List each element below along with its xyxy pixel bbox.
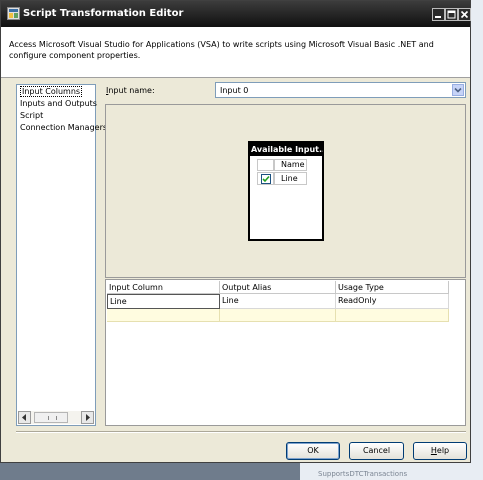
checkmark-icon [262,175,270,183]
new-row-cell-output-alias[interactable] [220,309,336,322]
nav-item-connection-managers[interactable]: Connection Managers [20,122,107,133]
nav-item-input-columns[interactable]: Input Columns [20,86,83,97]
available-column-name: Line [274,172,307,185]
help-button[interactable]: Help [413,442,467,460]
check-column-header [257,159,274,171]
dropdown-button[interactable] [452,84,464,96]
grid-header-output-alias[interactable]: Output Alias [220,281,336,294]
ok-button[interactable]: OK [286,442,340,460]
check-cell [257,172,274,185]
grid-header-usage-type[interactable]: Usage Type [336,281,449,294]
help-label-rest: elp [436,446,450,455]
input-name-dropdown[interactable]: Input 0 [215,82,466,98]
available-input-columns-box: Available Input... Name Line [248,141,324,241]
close-icon[interactable] [458,8,471,21]
arrow-left-icon [22,414,26,421]
button-separator [16,431,466,433]
cell-output-alias[interactable]: Line [220,294,336,309]
cell-usage-type[interactable]: ReadOnly [336,294,449,309]
page-list: Input Columns Inputs and Outputs Script … [16,84,107,426]
new-row-cell-usage-type[interactable] [336,309,449,322]
input-name-label-rest: nput name: [108,86,155,95]
minimize-icon[interactable] [432,8,445,21]
name-column-header: Name [274,159,307,171]
app-icon [7,7,20,20]
grid-header-input-column[interactable]: Input Column [107,281,220,294]
nav-item-inputs-and-outputs[interactable]: Inputs and Outputs [20,98,97,109]
chevron-down-icon [454,87,462,93]
window-title: Script Transformation Editor [23,8,184,19]
arrow-right-icon [86,414,90,421]
new-row-cell-input-column[interactable] [107,309,220,322]
cancel-button[interactable]: Cancel [349,442,404,460]
maximize-icon[interactable] [445,8,458,21]
background-desktop-strip [470,0,483,480]
scroll-thumb[interactable] [34,412,68,423]
background-partial-text: SupportsDTCTransactions [318,470,408,478]
description-text: Access Microsoft Visual Studio for Appli… [9,40,434,60]
nav-item-label: Input Columns [20,86,83,97]
scroll-grip-icon [48,416,57,420]
scroll-right-button[interactable] [81,411,94,424]
scroll-left-button[interactable] [18,411,31,424]
input-name-value: Input 0 [220,86,249,95]
cell-input-column[interactable]: Line [107,294,220,309]
description-band: Access Microsoft Visual Studio for Appli… [1,27,470,78]
horizontal-scrollbar[interactable] [18,411,94,424]
nav-item-script[interactable]: Script [20,110,43,121]
title-bar[interactable]: Script Transformation Editor [1,1,471,27]
input-name-label: Input name: [106,86,155,95]
line-checkbox[interactable] [261,174,271,184]
available-inputs-title: Available Input... [250,143,323,156]
input-columns-grid: Input Column Output Alias Usage Type Lin… [105,279,466,426]
